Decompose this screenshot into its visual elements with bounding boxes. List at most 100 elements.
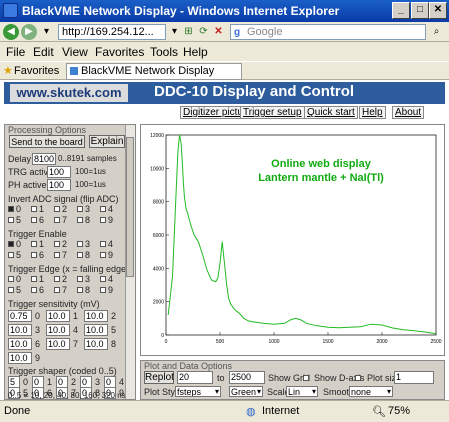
sensitivity-field-6[interactable]: 10.0 [8,338,32,350]
edge-digit-6: 6 [39,285,45,295]
sensitivity-field-5[interactable]: 10.0 [84,324,108,336]
enable-checkbox-2[interactable] [54,241,60,247]
back-button[interactable]: ◀ [3,24,19,40]
enable-checkbox-7[interactable] [54,252,60,258]
stop-icon[interactable]: ✕ [212,25,225,39]
trg-active-field[interactable]: 100 [47,166,71,178]
invert-checkbox-4[interactable] [100,206,106,212]
ph-active-field[interactable]: 100 [47,179,71,191]
edge-checkbox-5[interactable] [8,287,14,293]
invert-checkbox-1[interactable] [31,206,37,212]
edge-checkbox-7[interactable] [54,287,60,293]
enable-checkbox-0[interactable] [8,241,14,247]
maximize-button[interactable]: □ [411,2,429,19]
menu-file[interactable]: File [6,45,25,59]
invert-checkbox-8[interactable] [77,217,83,223]
left-panel-scrollbar[interactable] [125,125,135,399]
sensitivity-field-0[interactable]: 0.75 [8,310,32,322]
nav-trigger-setup[interactable]: Trigger setup [240,106,305,119]
sensitivity-field-3[interactable]: 10.0 [8,324,32,336]
send-to-board-button[interactable]: Send to the board [9,135,85,148]
enable-checkbox-6[interactable] [31,252,37,258]
site-link[interactable]: www.skutek.com [10,84,128,102]
menu-tools[interactable]: Tools [150,45,178,59]
invert-checkbox-2[interactable] [54,206,60,212]
edge-digit-5: 5 [16,285,22,295]
edge-checkbox-3[interactable] [77,276,83,282]
explain-button[interactable]: Explain [89,135,125,148]
nav-about[interactable]: About [392,106,425,119]
sensitivity-field-9[interactable]: 10.0 [8,352,32,364]
minimize-button[interactable]: _ [392,2,410,19]
sensitivity-field-8[interactable]: 10.0 [84,338,108,350]
browser-tab[interactable]: BlackVME Network Display [66,63,242,80]
edge-checkbox-9[interactable] [100,287,106,293]
edge-checkbox-6[interactable] [31,287,37,293]
sensitivity-field-2[interactable]: 10.0 [84,310,108,322]
search-field[interactable]: g Google [230,24,426,40]
x-tick-label: 2500 [430,339,441,345]
invert-checkbox-9[interactable] [100,217,106,223]
forward-button[interactable]: ▶ [21,24,37,40]
enable-checkbox-4[interactable] [100,241,106,247]
url-dropdown-icon[interactable]: ▾ [168,25,181,39]
edge-checkbox-4[interactable] [100,276,106,282]
search-icon[interactable]: ⌕ [430,25,443,39]
plot-size-field[interactable]: 1 [394,371,434,384]
refresh-icon[interactable]: ⟳ [197,25,210,39]
invert-checkbox-0[interactable] [8,206,14,212]
menu-help[interactable]: Help [183,45,208,59]
favorites-button[interactable]: Favorites [14,65,59,77]
sensitivity-field-7[interactable]: 10.0 [46,338,70,350]
enable-digit-4: 4 [108,239,114,249]
range-to-label: to [217,373,225,383]
x-tick-label: 1500 [322,339,333,345]
color-select[interactable]: Green [229,386,263,397]
enable-digit-2: 2 [62,239,68,249]
edge-digit-3: 3 [85,274,91,284]
show-grid-checkbox[interactable] [303,375,309,381]
range-to-field[interactable]: 2500 [229,371,265,384]
sensitivity-field-1[interactable]: 10.0 [46,310,70,322]
enable-digit-1: 1 [39,239,45,249]
scale-select[interactable]: Lin [286,386,318,397]
enable-digit-6: 6 [39,250,45,260]
edge-checkbox-1[interactable] [31,276,37,282]
range-from-field[interactable]: 20 [177,371,213,384]
enable-checkbox-1[interactable] [31,241,37,247]
nav-quick-start[interactable]: Quick start [304,106,358,119]
favorites-star-icon[interactable]: ★ [3,64,13,77]
delay-field[interactable]: 8100 [32,153,56,165]
delay-label: Delay [8,154,32,164]
left-panel-scroll-thumb[interactable] [126,137,134,277]
edge-checkbox-0[interactable] [8,276,14,282]
zoom-level[interactable]: 75% [388,405,410,417]
sensitivity-field-4[interactable]: 10.0 [46,324,70,336]
enable-checkbox-3[interactable] [77,241,83,247]
invert-checkbox-6[interactable] [31,217,37,223]
history-dropdown-icon[interactable]: ▾ [40,25,53,39]
invert-checkbox-5[interactable] [8,217,14,223]
invert-checkbox-7[interactable] [54,217,60,223]
shaper-label-4: 4 [119,377,125,387]
menu-view[interactable]: View [62,45,88,59]
plot-style-select[interactable]: fsteps [175,386,221,397]
replot-button[interactable]: Replot [144,371,174,384]
enable-checkbox-8[interactable] [77,252,83,258]
invert-checkbox-3[interactable] [77,206,83,212]
enable-checkbox-9[interactable] [100,252,106,258]
edge-checkbox-2[interactable] [54,276,60,282]
smooth-select[interactable]: none [349,386,393,397]
menu-favorites[interactable]: Favorites [95,45,144,59]
nav-help[interactable]: Help [359,106,386,119]
menu-edit[interactable]: Edit [33,45,54,59]
close-button[interactable]: ✕ [429,2,447,19]
show-daxis-checkbox[interactable] [355,375,361,381]
enable-checkbox-5[interactable] [8,252,14,258]
compatibility-icon[interactable]: ⊞ [182,25,195,39]
invert-digit-4: 4 [108,204,114,214]
url-field[interactable]: http://169.254.12... [58,24,166,40]
zoom-icon[interactable]: 🔍︎ [372,405,386,418]
enable-digit-9: 9 [108,250,114,260]
edge-checkbox-8[interactable] [77,287,83,293]
